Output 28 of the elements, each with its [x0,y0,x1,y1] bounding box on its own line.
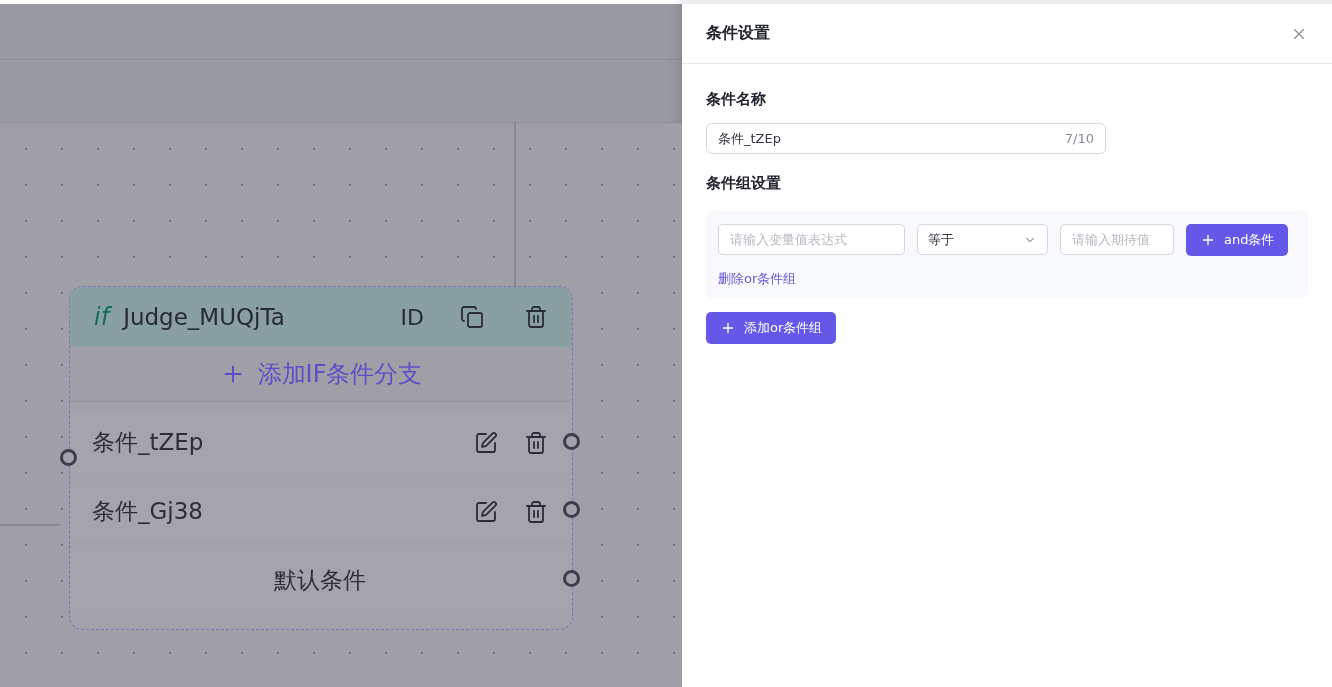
condition-node[interactable]: if Judge_MUQjTa ID 添加IF条件分支 条件_tZEp 条件_Gj38 默认条件 [69,286,573,630]
drawer-title: 条件设置 [706,23,770,44]
delete-icon[interactable] [524,499,548,524]
char-count: 7/10 [1064,131,1094,146]
add-and-button[interactable]: and条件 [1186,224,1289,256]
delete-icon[interactable] [524,305,548,329]
node-title: Judge_MUQjTa [123,304,286,330]
section-label: 条件组设置 [706,174,782,193]
name-field[interactable]: 条件_tZEp 7/10 [706,123,1106,154]
copy-icon[interactable] [460,305,484,329]
expression-field[interactable]: 请输入变量值表达式 [718,224,905,255]
edit-icon[interactable] [474,430,498,455]
expected-value-field[interactable]: 请输入期待值 [1060,224,1174,255]
field-value: 条件_tZEp [718,129,781,148]
delete-icon[interactable] [524,430,548,455]
section-label: 条件名称 [706,90,767,109]
edit-icon[interactable] [474,499,498,524]
operator-select[interactable]: 等于 [917,224,1048,255]
add-group-button[interactable]: 添加or条件组 [706,312,837,344]
plus-icon [720,320,736,336]
id-label[interactable]: ID [400,304,424,330]
input-port[interactable] [59,448,77,466]
if-keyword: if [94,303,110,331]
condition-label: 条件_Gj38 [92,497,203,526]
delete-group-link[interactable]: 删除or条件组 [718,270,797,288]
plus-icon [1200,232,1216,248]
condition-label: 默认条件 [274,566,366,595]
condition-label: 条件_tZEp [92,428,204,457]
